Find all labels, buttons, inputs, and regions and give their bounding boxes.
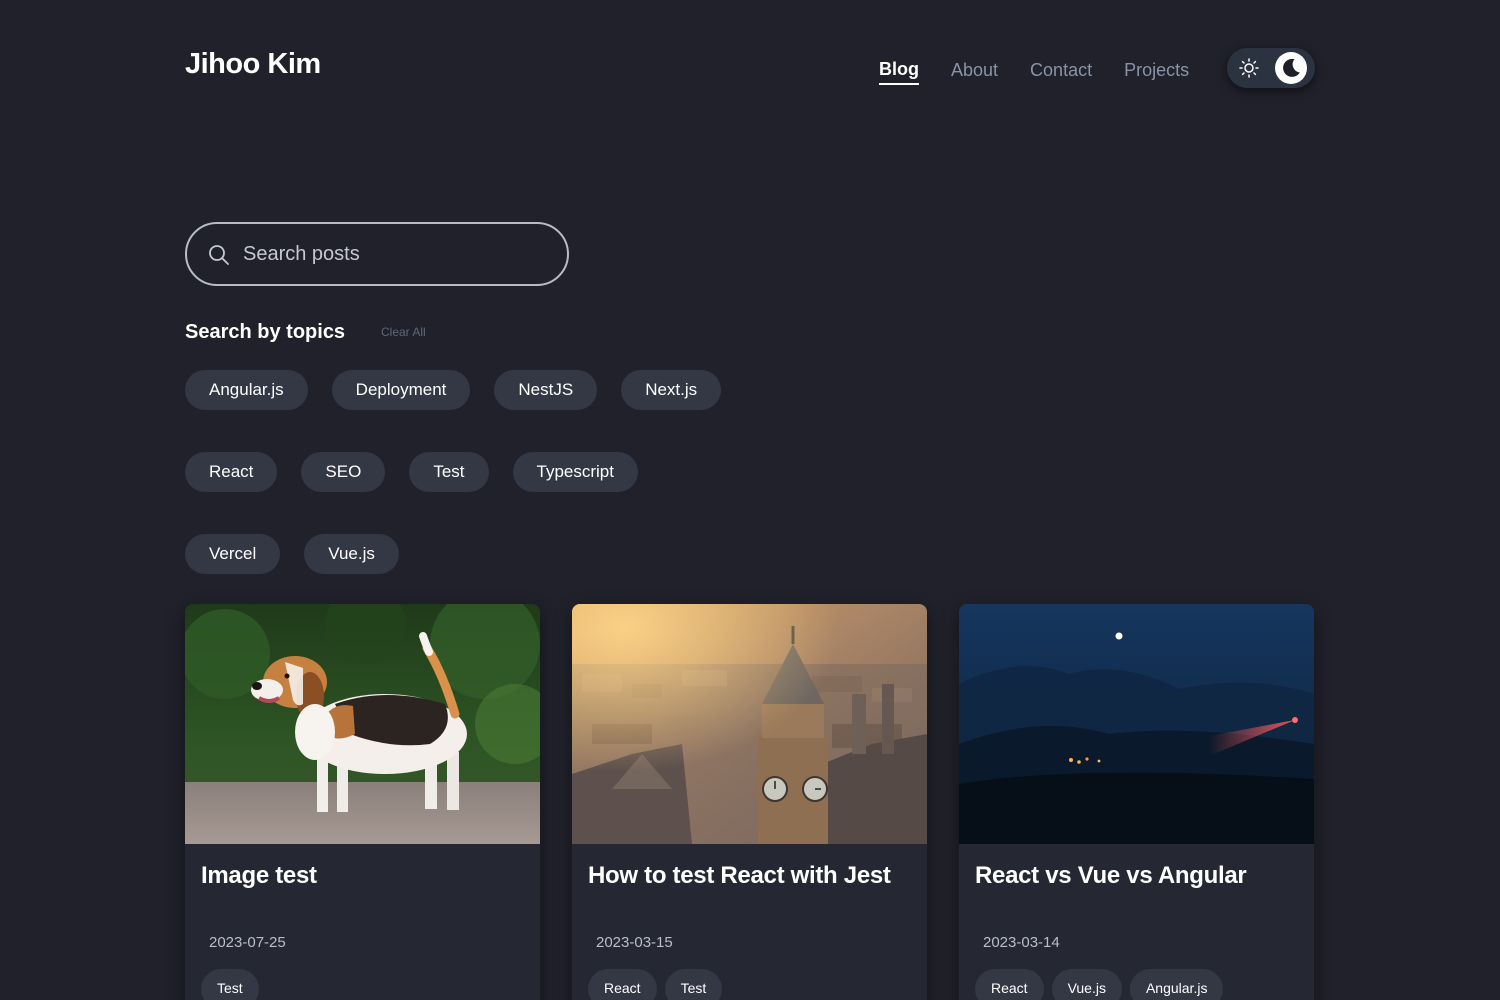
topic-chip-vercel[interactable]: Vercel — [185, 534, 281, 574]
topic-chip-typescript[interactable]: Typescript — [512, 452, 638, 492]
toggle-knob[interactable] — [1275, 52, 1307, 84]
post-tag[interactable]: React — [975, 969, 1044, 1000]
post-tags: Test — [201, 969, 259, 1000]
post-tag[interactable]: Angular.js — [1129, 969, 1224, 1000]
post-title[interactable]: How to test React with Jest — [588, 862, 891, 890]
main-nav: Blog About Contact Projects — [879, 58, 1221, 85]
post-tag[interactable]: React — [588, 969, 657, 1000]
theme-toggle[interactable] — [1227, 48, 1315, 88]
topic-chip-angularjs[interactable]: Angular.js — [185, 370, 308, 410]
post-card[interactable]: How to test React with Jest 2023-03-15 R… — [572, 604, 927, 1000]
post-title[interactable]: React vs Vue vs Angular — [975, 862, 1247, 890]
post-title[interactable]: Image test — [201, 862, 317, 890]
search-box — [185, 222, 569, 286]
post-tags: React Test — [588, 969, 723, 1000]
post-date: 2023-03-14 — [983, 934, 1060, 951]
post-date: 2023-03-15 — [596, 934, 673, 951]
search-icon — [209, 245, 229, 265]
site-title[interactable]: Jihoo Kim — [185, 48, 321, 81]
nav-about[interactable]: About — [951, 59, 998, 84]
topic-chip-react[interactable]: React — [185, 452, 278, 492]
topic-chip-nestjs[interactable]: NestJS — [494, 370, 598, 410]
beagle-dog-image — [185, 604, 540, 844]
post-tag[interactable]: Test — [664, 969, 723, 1000]
sun-icon — [1239, 58, 1259, 78]
post-tag[interactable]: Test — [201, 969, 259, 1000]
blog-page: Jihoo Kim Blog About Contact Projects Se… — [0, 0, 1500, 1000]
nav-contact[interactable]: Contact — [1030, 59, 1092, 84]
night-mountain-image — [959, 604, 1314, 844]
topic-chip-seo[interactable]: SEO — [301, 452, 386, 492]
moon-icon — [1283, 58, 1300, 77]
search-input[interactable] — [243, 238, 553, 270]
nav-projects[interactable]: Projects — [1124, 59, 1189, 84]
post-card[interactable]: Image test 2023-07-25 Test — [185, 604, 540, 1000]
topic-chip-test[interactable]: Test — [409, 452, 489, 492]
topics-heading: Search by topics — [185, 321, 346, 343]
topic-chip-nextjs[interactable]: Next.js — [621, 370, 722, 410]
topic-chip-vuejs[interactable]: Vue.js — [304, 534, 399, 574]
topic-chip-list: Angular.js Deployment NestJS Next.js Rea… — [185, 370, 745, 574]
post-tag[interactable]: Vue.js — [1051, 969, 1122, 1000]
nav-blog[interactable]: Blog — [879, 58, 919, 85]
post-tags: React Vue.js Angular.js — [975, 969, 1224, 1000]
post-card[interactable]: React vs Vue vs Angular 2023-03-14 React… — [959, 604, 1314, 1000]
big-ben-city-image — [572, 604, 927, 844]
post-list: Image test 2023-07-25 Test How to test R… — [185, 604, 1314, 1000]
topic-chip-deployment[interactable]: Deployment — [331, 370, 471, 410]
post-date: 2023-07-25 — [209, 934, 286, 951]
clear-all-button[interactable]: Clear All — [381, 325, 426, 339]
